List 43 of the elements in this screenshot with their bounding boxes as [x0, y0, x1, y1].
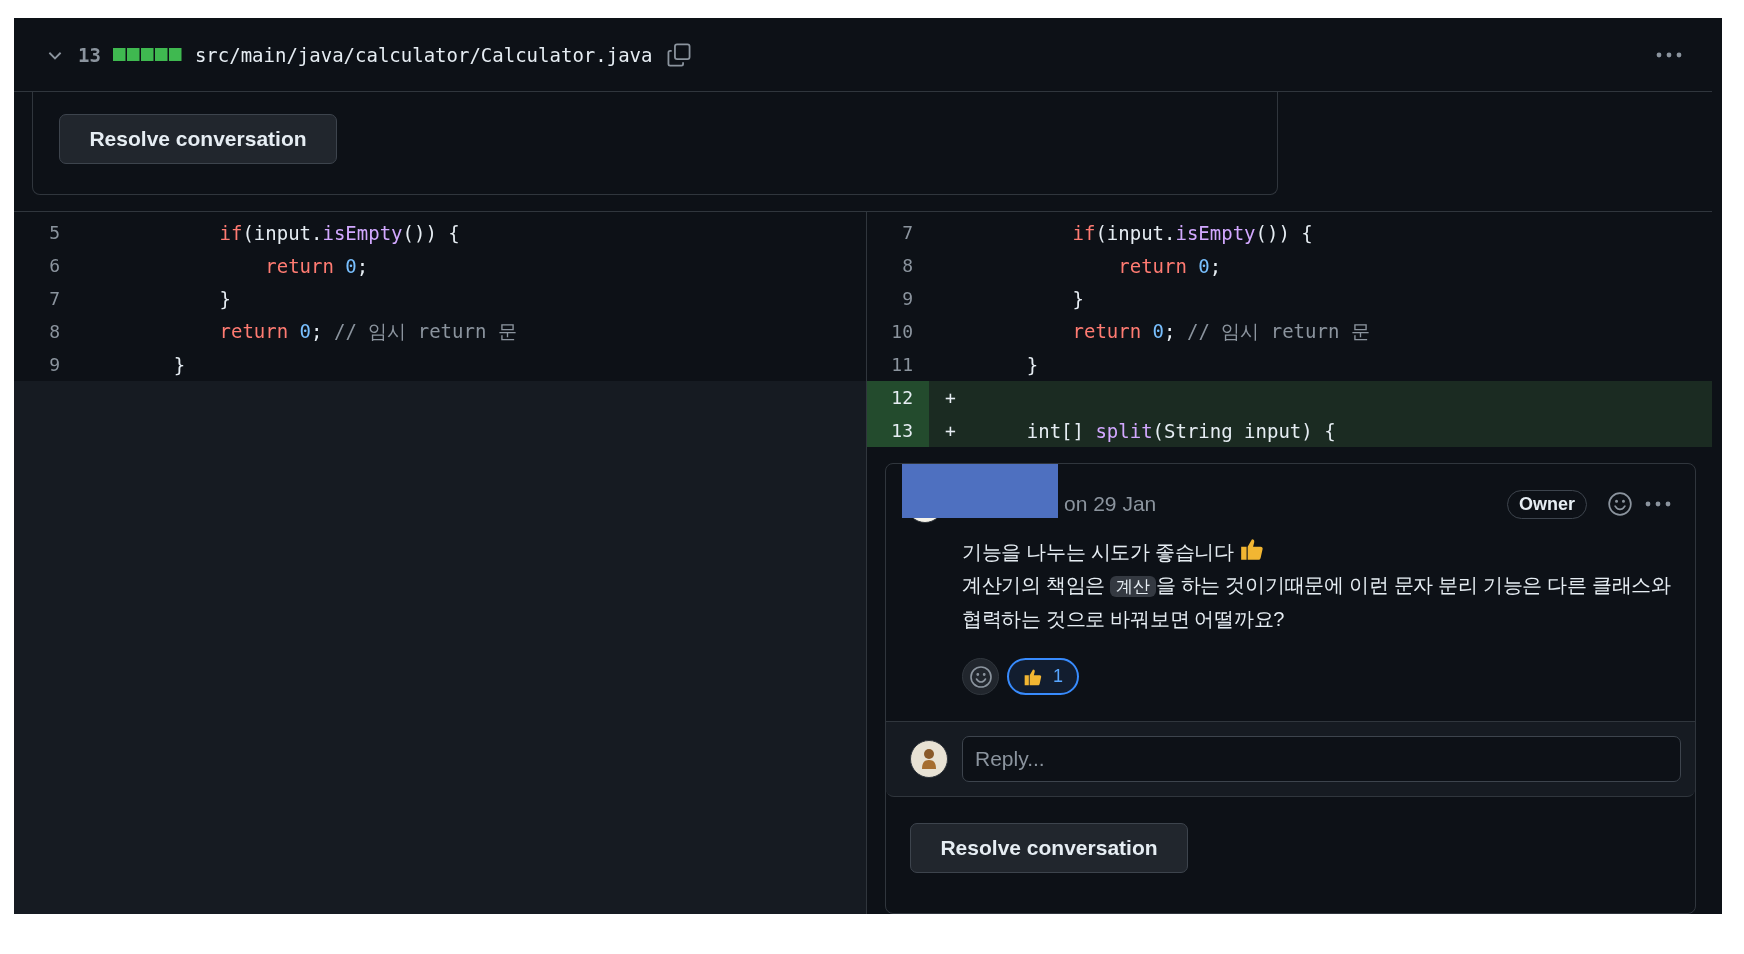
code-line: }	[1025, 353, 1039, 376]
changes-count: 13	[78, 43, 101, 66]
diff-marker: +	[944, 387, 957, 408]
line-number: 7	[901, 221, 914, 245]
line-number: 13	[867, 414, 929, 447]
line-number: 8	[48, 320, 61, 344]
line-number: 8	[901, 254, 914, 278]
line-number: 12	[867, 381, 929, 414]
line-number: 9	[901, 287, 914, 311]
smiley-icon	[968, 664, 993, 689]
file-path: src/main/java/calculator/Calculator.java	[194, 43, 653, 66]
diffstat-icon	[112, 48, 183, 61]
code-line: if(input.isEmpty()) {	[218, 221, 460, 244]
smiley-icon	[1607, 491, 1633, 517]
code-line: return 0; // 임시 return 문	[218, 318, 517, 344]
code-line: return 0;	[264, 254, 369, 277]
reply-field[interactable]: Reply...	[962, 736, 1681, 782]
comment-options-button[interactable]	[1643, 499, 1673, 509]
line-number: 9	[48, 353, 61, 377]
comment-text: 기능을 나누는 시도가 좋습니다	[962, 536, 1685, 569]
code-line: return 0;	[1117, 254, 1222, 277]
add-reaction-button[interactable]	[1605, 489, 1635, 519]
comment-text: 계산기의 책임은 계산 을 하는 것이기때문에 이런 문자 분리 기능은 다른 클래스와 협력하는 것으로 바꿔보면 어떨까요?	[962, 573, 1672, 632]
code-line: int[] split(String input) {	[1025, 419, 1336, 442]
avatar	[910, 740, 948, 778]
line-number: 7	[48, 287, 61, 311]
code-line: }	[172, 353, 186, 376]
resolve-conversation-button[interactable]: Resolve conversation	[59, 114, 337, 164]
thumbs-up-reaction[interactable]: 1	[1007, 658, 1079, 695]
code-line: return 0; // 임시 return 문	[1071, 318, 1370, 344]
line-number: 10	[890, 320, 914, 344]
more-icon	[1645, 501, 1671, 507]
code-line: if(input.isEmpty()) {	[1071, 221, 1313, 244]
add-reaction-button[interactable]	[962, 658, 999, 695]
code-line: }	[1071, 287, 1084, 310]
resolve-conversation-button[interactable]: Resolve conversation	[910, 823, 1188, 873]
diff-marker: +	[944, 420, 957, 441]
more-icon	[1656, 51, 1682, 58]
comment-date: on 29 Jan	[1064, 492, 1157, 516]
line-number: 11	[890, 353, 914, 377]
line-number: 6	[48, 254, 61, 278]
code-line: }	[218, 287, 231, 310]
line-number: 5	[48, 221, 61, 245]
